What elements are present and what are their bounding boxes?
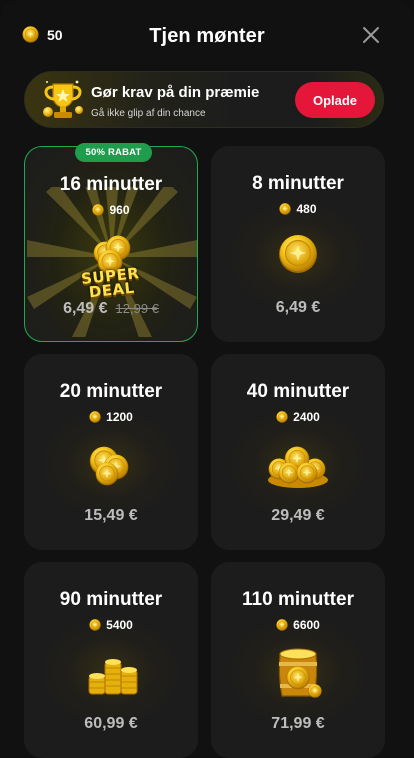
coin-icon bbox=[89, 411, 101, 423]
coin-pile-icon bbox=[268, 446, 328, 488]
offer-card-16-min[interactable]: 50% RABAT 16 minutter 960 SUPER DEAL 6,4… bbox=[24, 143, 198, 342]
offer-card-40-min[interactable]: 40 minutter 2400 29,49 € bbox=[211, 354, 385, 550]
coin-stacks-icon bbox=[88, 659, 138, 695]
header: 50 Tjen mønter bbox=[0, 0, 414, 72]
claim-prize-banner[interactable]: Gør krav på din præmie Gå ikke glip af d… bbox=[24, 71, 384, 128]
offer-price: 6,49 € 12,99 € bbox=[25, 300, 197, 318]
offer-card-8-min[interactable]: 8 minutter 480 6,49 € bbox=[211, 146, 385, 342]
offer-coin-amount: 6600 bbox=[293, 618, 320, 632]
coin-icon bbox=[276, 619, 288, 631]
offer-coins: 480 bbox=[211, 202, 385, 216]
offer-coins: 2400 bbox=[211, 410, 385, 424]
page-title: Tjen mønter bbox=[149, 25, 265, 47]
offer-coin-amount: 960 bbox=[109, 203, 130, 217]
offer-title: 90 minutter bbox=[59, 589, 163, 610]
old-price: 12,99 € bbox=[115, 301, 159, 316]
two-coins-icon bbox=[89, 446, 129, 486]
coin-icon bbox=[276, 411, 288, 423]
offer-coins: 1200 bbox=[24, 410, 198, 424]
offer-title: 16 minutter bbox=[59, 174, 163, 195]
offer-coin-amount: 2400 bbox=[293, 410, 320, 424]
offer-price: 29,49 € bbox=[271, 507, 325, 524]
offer-card-110-min[interactable]: 110 minutter 6600 71,99 € bbox=[211, 562, 385, 758]
offer-title: 20 minutter bbox=[59, 381, 163, 402]
offer-title: 40 minutter bbox=[246, 381, 350, 402]
banner-subtitle: Gå ikke glip af din chance bbox=[91, 108, 206, 119]
offer-title: 8 minutter bbox=[252, 173, 344, 194]
coin-icon bbox=[279, 203, 291, 215]
banner-title: Gør krav på din præmie bbox=[91, 84, 260, 101]
offer-coins: 5400 bbox=[24, 618, 198, 632]
offer-price: 71,99 € bbox=[271, 715, 325, 732]
offer-coin-amount: 480 bbox=[296, 202, 317, 216]
offer-coins: 960 bbox=[25, 203, 197, 217]
offer-title: 110 minutter bbox=[242, 589, 354, 610]
coin-icon bbox=[89, 619, 101, 631]
offer-card-90-min[interactable]: 90 minutter 5400 60,99 € bbox=[24, 562, 198, 758]
trophy-icon bbox=[43, 80, 83, 118]
offer-coin-amount: 1200 bbox=[106, 410, 133, 424]
coin-icon bbox=[92, 204, 104, 216]
offer-coin-amount: 5400 bbox=[106, 618, 133, 632]
offer-price: 60,99 € bbox=[84, 715, 138, 732]
offer-price: 6,49 € bbox=[275, 299, 321, 316]
current-price: 6,49 € bbox=[63, 300, 108, 317]
claim-button[interactable]: Oplade bbox=[295, 82, 375, 118]
close-icon[interactable] bbox=[362, 26, 380, 44]
single-coin-icon bbox=[278, 234, 318, 274]
offer-price: 15,49 € bbox=[84, 507, 138, 524]
coin-barrel-icon bbox=[278, 648, 322, 698]
offer-card-20-min[interactable]: 20 minutter 1200 15,49 € bbox=[24, 354, 198, 550]
discount-badge: 50% RABAT bbox=[75, 143, 152, 162]
offer-coins: 6600 bbox=[211, 618, 385, 632]
earn-coins-sheet: 50 Tjen mønter Gør krav på din præmie Gå… bbox=[0, 0, 414, 758]
